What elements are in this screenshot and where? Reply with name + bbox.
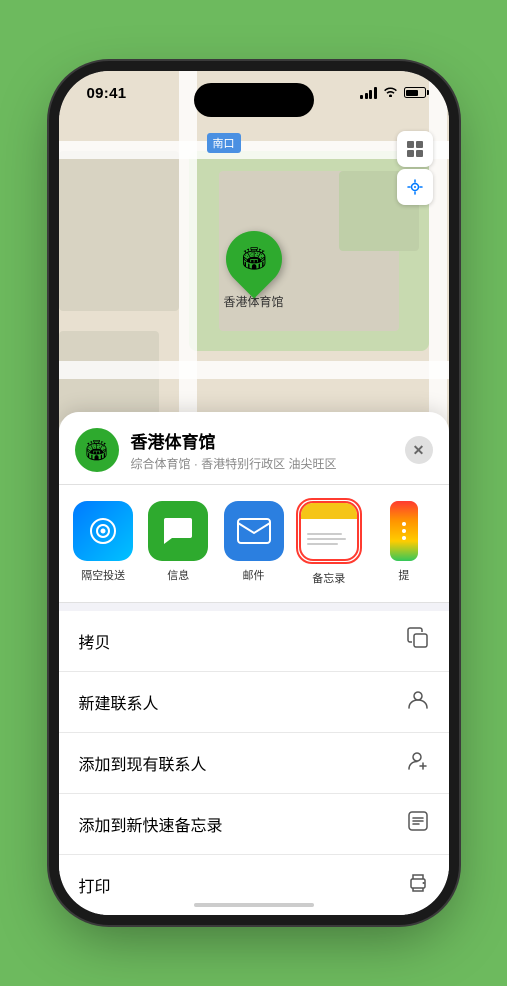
action-quick-note[interactable]: 添加到新快速备忘录: [59, 794, 449, 855]
dynamic-island: [194, 83, 314, 117]
share-mail[interactable]: 邮件: [219, 501, 288, 586]
mail-icon: [224, 501, 284, 561]
bottom-sheet: 🏟 香港体育馆 综合体育馆 · 香港特别行政区 油尖旺区 ✕ 隔空投送 信: [59, 412, 449, 915]
action-copy-label: 拷贝: [79, 629, 111, 653]
map-entrance-label: 南口: [207, 133, 241, 153]
mail-label: 邮件: [243, 567, 265, 583]
action-copy[interactable]: 拷贝: [59, 611, 449, 672]
more-label: 提: [398, 567, 409, 583]
status-icons: [360, 85, 429, 100]
map-pin: 🏟 香港体育馆: [223, 231, 283, 310]
location-button[interactable]: [397, 169, 433, 205]
venue-icon: 🏟: [75, 428, 119, 472]
map-view-button[interactable]: [397, 131, 433, 167]
action-add-existing-contact[interactable]: 添加到现有联系人: [59, 733, 449, 794]
share-row: 隔空投送 信息 邮件: [59, 485, 449, 603]
action-list: 拷贝 新建联系人 添加到现有联系人 添加到新快速备忘录: [59, 611, 449, 915]
map-controls[interactable]: [397, 131, 433, 205]
home-indicator: [194, 903, 314, 907]
airdrop-icon: [73, 501, 133, 561]
action-new-contact[interactable]: 新建联系人: [59, 672, 449, 733]
phone-frame: 09:41: [59, 71, 449, 915]
share-message[interactable]: 信息: [144, 501, 213, 586]
close-button[interactable]: ✕: [405, 436, 433, 464]
action-new-contact-label: 新建联系人: [79, 690, 159, 714]
status-time: 09:41: [87, 85, 127, 102]
signal-icon: [360, 87, 377, 99]
notes-label: 备忘录: [312, 570, 345, 586]
airdrop-label: 隔空投送: [81, 567, 125, 583]
share-airdrop[interactable]: 隔空投送: [69, 501, 138, 586]
message-icon: [148, 501, 208, 561]
venue-subtitle: 综合体育馆 · 香港特别行政区 油尖旺区: [131, 455, 405, 472]
new-contact-icon: [407, 688, 429, 716]
battery-icon: [404, 87, 429, 98]
share-notes[interactable]: 备忘录: [294, 501, 363, 586]
venue-name: 香港体育馆: [131, 428, 405, 453]
venue-row: 🏟 香港体育馆 综合体育馆 · 香港特别行政区 油尖旺区 ✕: [59, 412, 449, 485]
pin-icon: 🏟: [240, 246, 268, 272]
venue-info: 香港体育馆 综合体育馆 · 香港特别行政区 油尖旺区: [131, 428, 405, 472]
copy-icon: [407, 627, 429, 655]
message-label: 信息: [167, 567, 189, 583]
print-icon: [407, 871, 429, 899]
notes-icon: [299, 501, 359, 561]
action-quick-note-label: 添加到新快速备忘录: [79, 812, 223, 836]
action-add-existing-label: 添加到现有联系人: [79, 751, 207, 775]
share-more[interactable]: 提: [369, 501, 438, 586]
quick-note-icon: [407, 810, 429, 838]
wifi-icon: [383, 85, 398, 100]
add-existing-contact-icon: [407, 749, 429, 777]
action-print-label: 打印: [79, 873, 111, 897]
more-icon: [390, 501, 418, 561]
